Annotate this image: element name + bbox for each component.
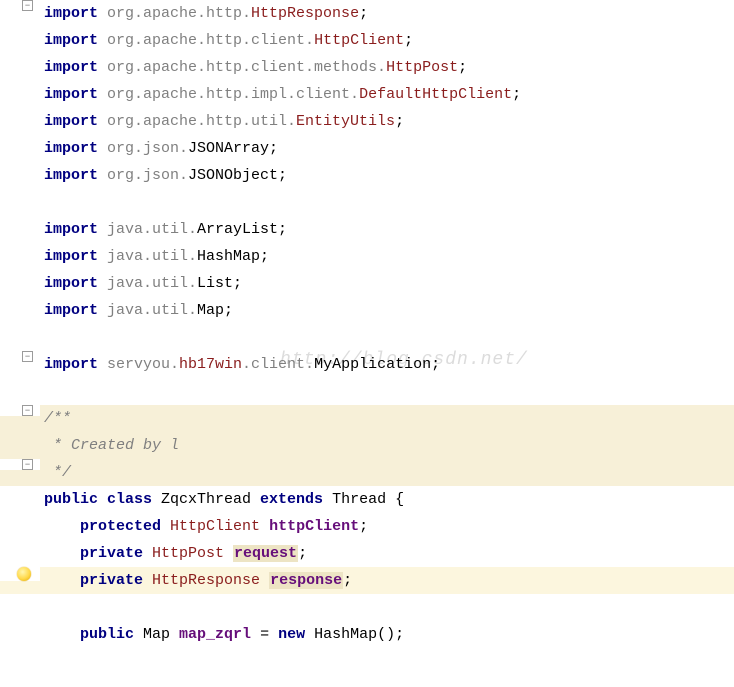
code-text: protected HttpClient httpClient;: [40, 513, 734, 540]
code-text: import org.apache.http.client.HttpClient…: [40, 27, 734, 54]
code-line[interactable]: import java.util.Map;: [0, 297, 734, 324]
blank-line[interactable]: [0, 378, 734, 405]
code-text: import servyou.hb17win.client.MyApplicat…: [40, 351, 734, 378]
code-text: private HttpResponse response;: [40, 567, 734, 594]
gutter[interactable]: [0, 567, 40, 581]
code-line[interactable]: − import servyou.hb17win.client.MyApplic…: [0, 351, 734, 378]
field-declaration[interactable]: protected HttpClient httpClient;: [0, 513, 734, 540]
comment-line[interactable]: − */: [0, 459, 734, 486]
code-line[interactable]: import java.util.HashMap;: [0, 243, 734, 270]
blank-line[interactable]: [0, 189, 734, 216]
gutter[interactable]: −: [0, 0, 40, 11]
redacted-mask: [179, 436, 349, 454]
field-declaration-highlighted[interactable]: private HttpResponse response;: [0, 567, 734, 594]
code-text: /**: [40, 405, 734, 432]
fold-toggle-icon[interactable]: −: [22, 459, 33, 470]
code-text: public class ZqcxThread extends Thread {: [40, 486, 734, 513]
code-text: import java.util.HashMap;: [40, 243, 734, 270]
code-text: import org.apache.http.impl.client.Defau…: [40, 81, 734, 108]
code-text: */: [40, 459, 734, 486]
gutter[interactable]: −: [0, 405, 40, 416]
code-text: import java.util.ArrayList;: [40, 216, 734, 243]
class-declaration[interactable]: public class ZqcxThread extends Thread {: [0, 486, 734, 513]
code-line[interactable]: import org.apache.http.client.methods.Ht…: [0, 54, 734, 81]
highlighted-identifier: response: [269, 572, 343, 589]
code-text: * Created by l: [40, 432, 734, 459]
blank-line[interactable]: [0, 594, 734, 621]
gutter[interactable]: −: [0, 459, 40, 470]
code-text: import org.json.JSONObject;: [40, 162, 734, 189]
fold-toggle-icon[interactable]: −: [22, 405, 33, 416]
code-line[interactable]: import org.apache.http.util.EntityUtils;: [0, 108, 734, 135]
code-text: import org.apache.http.HttpResponse;: [40, 0, 734, 27]
code-text: private HttpPost request;: [40, 540, 734, 567]
blank-line[interactable]: [0, 324, 734, 351]
code-editor[interactable]: − import org.apache.http.HttpResponse; i…: [0, 0, 734, 648]
code-line[interactable]: import java.util.ArrayList;: [0, 216, 734, 243]
code-line[interactable]: import org.json.JSONObject;: [0, 162, 734, 189]
code-text: import org.json.JSONArray;: [40, 135, 734, 162]
code-line[interactable]: import org.apache.http.impl.client.Defau…: [0, 81, 734, 108]
lightbulb-icon[interactable]: [17, 567, 31, 581]
code-text: import java.util.List;: [40, 270, 734, 297]
field-declaration[interactable]: private HttpPost request;: [0, 540, 734, 567]
code-line[interactable]: − import org.apache.http.HttpResponse;: [0, 0, 734, 27]
code-text: import org.apache.http.util.EntityUtils;: [40, 108, 734, 135]
fold-toggle-icon[interactable]: −: [22, 0, 33, 11]
code-text: public Map map_zqrl = new HashMap();: [40, 621, 734, 648]
comment-line[interactable]: − /**: [0, 405, 734, 432]
code-text: import org.apache.http.client.methods.Ht…: [40, 54, 734, 81]
code-line[interactable]: import org.json.JSONArray;: [0, 135, 734, 162]
code-text: import java.util.Map;: [40, 297, 734, 324]
code-line[interactable]: import java.util.List;: [0, 270, 734, 297]
field-declaration[interactable]: public Map map_zqrl = new HashMap();: [0, 621, 734, 648]
highlighted-identifier: request: [233, 545, 298, 562]
gutter[interactable]: −: [0, 351, 40, 362]
fold-toggle-icon[interactable]: −: [22, 351, 33, 362]
comment-line[interactable]: * Created by l: [0, 432, 734, 459]
code-line[interactable]: import org.apache.http.client.HttpClient…: [0, 27, 734, 54]
